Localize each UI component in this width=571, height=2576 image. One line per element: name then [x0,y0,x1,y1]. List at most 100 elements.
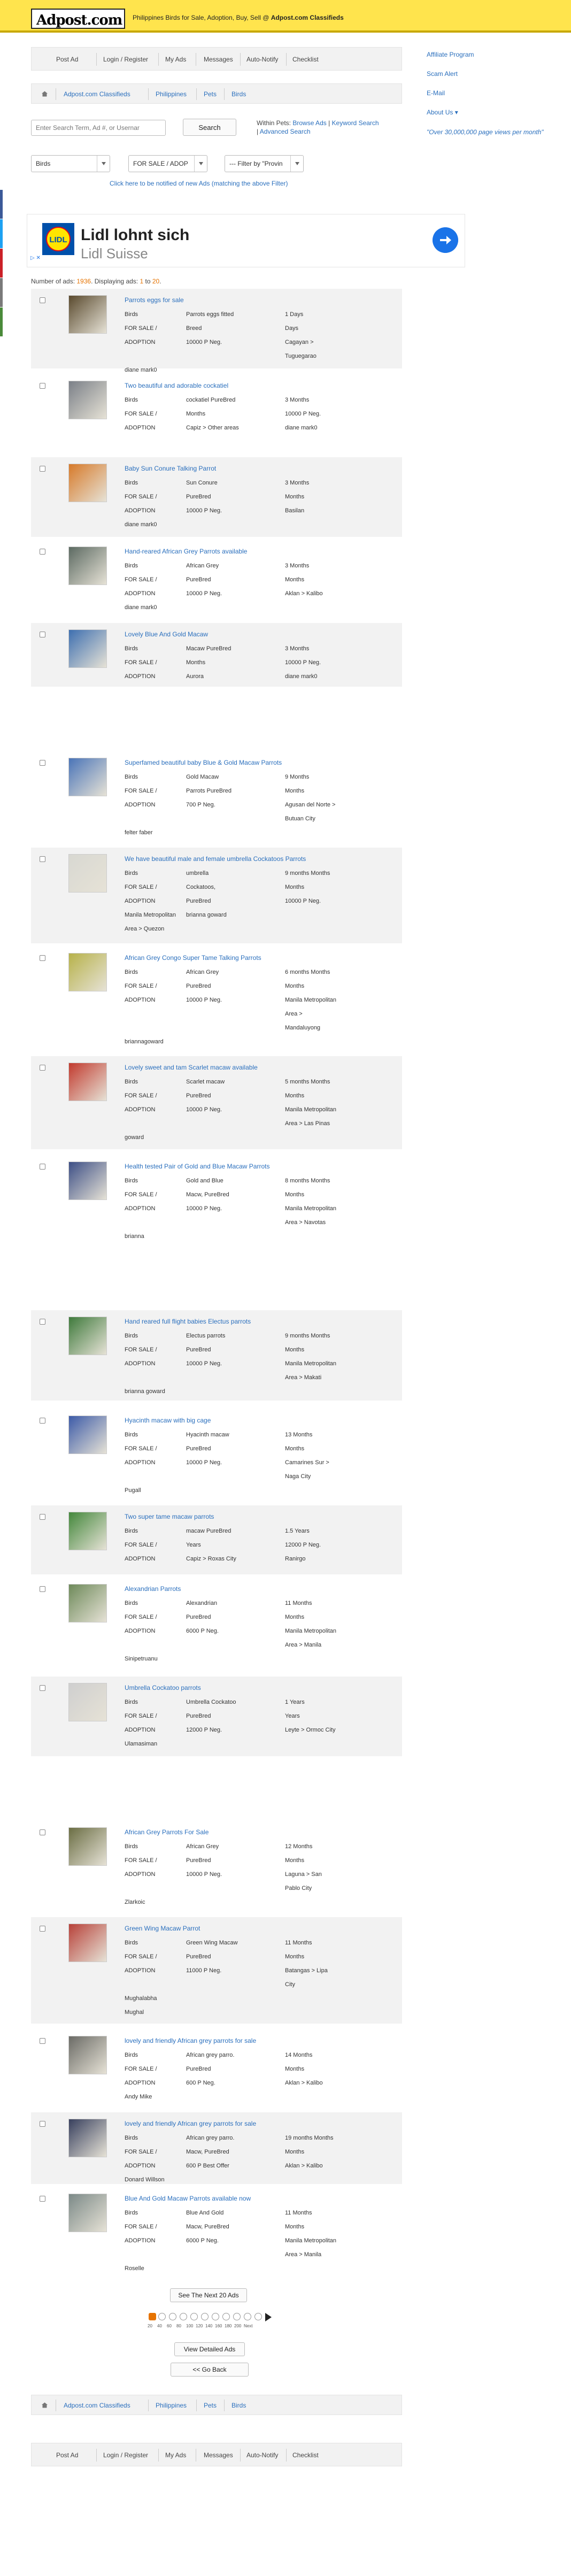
listing-checkbox[interactable] [40,632,45,637]
ad-choices-icon[interactable]: ▷ ✕ [30,255,41,261]
listing-checkbox[interactable] [40,1319,45,1325]
listing-title[interactable]: Lovely sweet and tam Scarlet macaw avail… [125,1064,258,1071]
page-link-icon[interactable] [212,2313,219,2320]
nav-my-ads[interactable]: My Ads [165,56,186,63]
nav-auto-notify[interactable]: Auto-Notify [246,56,278,63]
share-tab-pinterest[interactable] [0,249,3,278]
listing-title[interactable]: Parrots eggs for sale [125,296,184,304]
arrow-right-icon[interactable] [433,227,458,253]
listing-title[interactable]: Alexandrian Parrots [125,1585,181,1593]
page-first-icon[interactable] [149,2313,156,2320]
listing-thumbnail[interactable] [68,1584,107,1623]
search-button[interactable]: Search [183,119,236,136]
scam-alert-link[interactable]: Scam Alert [427,70,555,78]
crumb-birds[interactable]: Birds [232,2402,246,2409]
category-select[interactable]: Birds [31,155,110,172]
listing-title[interactable]: lovely and friendly African grey parrots… [125,2037,256,2044]
keyword-search-link[interactable]: Keyword Search [332,119,379,127]
listing-thumbnail[interactable] [68,2194,107,2232]
listing-thumbnail[interactable] [68,1924,107,1962]
home-icon[interactable] [41,91,48,97]
share-tab-email[interactable] [0,278,3,307]
nav-messages[interactable]: Messages [204,2451,233,2459]
listing-checkbox[interactable] [40,856,45,862]
ad-banner[interactable]: LIDL Lidl lohnt sich Lidl Suisse ▷ ✕ [27,214,465,267]
listing-title[interactable]: lovely and friendly African grey parrots… [125,2120,256,2127]
listing-checkbox[interactable] [40,466,45,472]
listing-checkbox[interactable] [40,2038,45,2044]
go-back-button[interactable]: << Go Back [171,2363,249,2377]
home-icon[interactable] [41,2402,48,2408]
listing-checkbox[interactable] [40,2196,45,2202]
advanced-search-link[interactable]: Advanced Search [260,128,311,135]
listing-title[interactable]: We have beautiful male and female umbrel… [125,855,306,863]
crumb-philippines[interactable]: Philippines [156,2402,187,2409]
listing-checkbox[interactable] [40,760,45,766]
listing-checkbox[interactable] [40,1164,45,1170]
ad-type-select[interactable]: FOR SALE / ADOP [128,155,207,172]
crumb-pets[interactable]: Pets [204,90,217,98]
listing-thumbnail[interactable] [68,547,107,585]
listing-thumbnail[interactable] [68,1683,107,1721]
listing-title[interactable]: African Grey Congo Super Tame Talking Pa… [125,954,261,962]
listing-checkbox[interactable] [40,1514,45,1520]
crumb-adpost[interactable]: Adpost.com Classifieds [64,2402,130,2409]
page-link-icon[interactable] [158,2313,166,2320]
listing-checkbox[interactable] [40,2121,45,2127]
listing-title[interactable]: Superfamed beautiful baby Blue & Gold Ma… [125,759,282,766]
listing-checkbox[interactable] [40,297,45,303]
nav-my-ads[interactable]: My Ads [165,2451,186,2459]
listing-checkbox[interactable] [40,955,45,961]
page-next-icon[interactable] [265,2313,272,2321]
listing-checkbox[interactable] [40,1418,45,1424]
page-link-icon[interactable] [201,2313,209,2320]
crumb-birds[interactable]: Birds [232,90,246,98]
affiliate-link[interactable]: Affiliate Program [427,51,555,58]
about-us-link[interactable]: About Us ▾ [427,109,555,116]
crumb-philippines[interactable]: Philippines [156,90,187,98]
page-link-icon[interactable] [190,2313,198,2320]
listing-title[interactable]: Hand-reared African Grey Parrots availab… [125,548,247,555]
listing-title[interactable]: Lovely Blue And Gold Macaw [125,630,208,638]
email-link[interactable]: E-Mail [427,89,555,97]
page-link-icon[interactable] [233,2313,241,2320]
detailed-ads-button[interactable]: View Detailed Ads [174,2342,245,2356]
listing-checkbox[interactable] [40,1065,45,1071]
share-tab-facebook[interactable] [0,190,3,219]
province-select[interactable]: --- Filter by "Provin [225,155,304,172]
share-tab-more[interactable] [0,307,3,336]
nav-checklist[interactable]: Checklist [292,2451,319,2459]
listing-thumbnail[interactable] [68,1512,107,1550]
listing-thumbnail[interactable] [68,1317,107,1355]
listing-thumbnail[interactable] [68,1162,107,1200]
nav-login-register[interactable]: Login / Register [103,2451,148,2459]
listing-title[interactable]: Health tested Pair of Gold and Blue Maca… [125,1163,269,1170]
listing-thumbnail[interactable] [68,953,107,991]
listing-title[interactable]: Two super tame macaw parrots [125,1513,214,1520]
listing-title[interactable]: Hyacinth macaw with big cage [125,1417,211,1424]
listing-title[interactable]: Green Wing Macaw Parrot [125,1925,200,1932]
nav-post-ad[interactable]: Post Ad [56,2451,78,2459]
listing-checkbox[interactable] [40,549,45,555]
listing-checkbox[interactable] [40,383,45,389]
listing-thumbnail[interactable] [68,854,107,893]
listing-thumbnail[interactable] [68,2119,107,2157]
page-link-icon[interactable] [169,2313,176,2320]
listing-thumbnail[interactable] [68,758,107,796]
listing-thumbnail[interactable] [68,1416,107,1454]
nav-checklist[interactable]: Checklist [292,56,319,63]
page-link-icon[interactable] [222,2313,230,2320]
nav-post-ad[interactable]: Post Ad [56,56,78,63]
listing-thumbnail[interactable] [68,381,107,419]
crumb-pets[interactable]: Pets [204,2402,217,2409]
page-link-icon[interactable] [180,2313,187,2320]
listing-title[interactable]: Hand reared full flight babies Electus p… [125,1318,251,1325]
listing-thumbnail[interactable] [68,1827,107,1866]
site-logo[interactable]: Adpost.com [31,9,125,29]
listing-checkbox[interactable] [40,1586,45,1592]
listing-thumbnail[interactable] [68,2036,107,2074]
listing-title[interactable]: Baby Sun Conure Talking Parrot [125,465,216,472]
listing-checkbox[interactable] [40,1685,45,1691]
search-input[interactable] [31,120,166,136]
listing-thumbnail[interactable] [68,295,107,334]
